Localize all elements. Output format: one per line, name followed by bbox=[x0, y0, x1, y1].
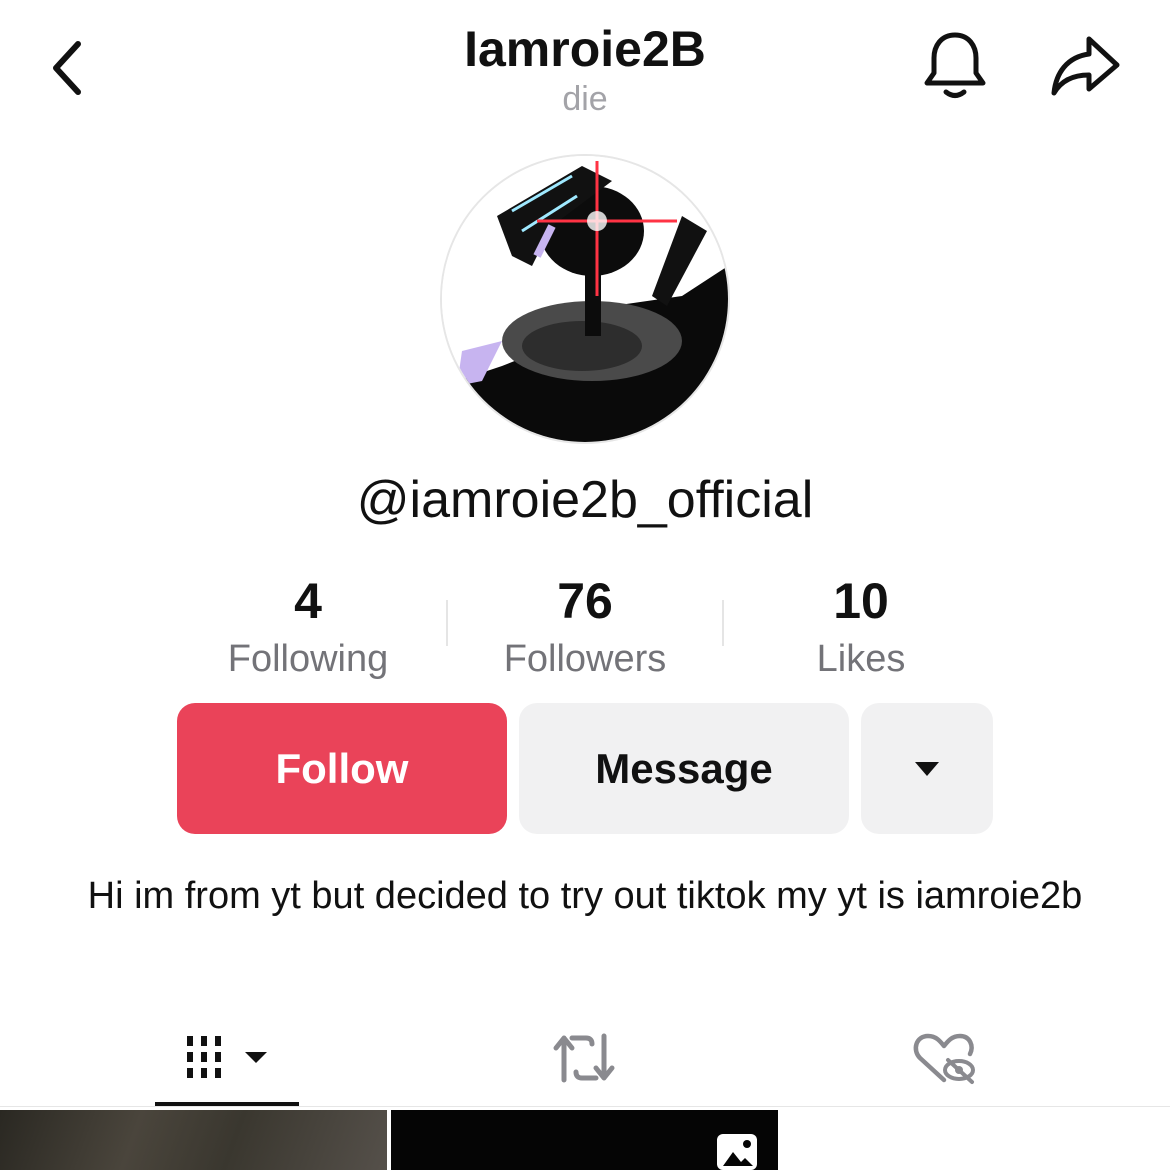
stat-likes-count: 10 bbox=[833, 573, 889, 629]
profile-handle: @iamroie2b_official bbox=[356, 471, 814, 529]
photo-post-icon bbox=[717, 1134, 757, 1170]
avatar[interactable] bbox=[440, 154, 730, 444]
more-options-button[interactable] bbox=[861, 703, 993, 834]
share-arrow-icon bbox=[1051, 36, 1120, 96]
stat-followers-label: Followers bbox=[503, 638, 667, 680]
notifications-button[interactable] bbox=[915, 25, 995, 105]
share-button[interactable] bbox=[1045, 25, 1125, 105]
message-button[interactable]: Message bbox=[519, 703, 849, 834]
bell-icon bbox=[924, 32, 986, 98]
stat-following-label: Following bbox=[227, 638, 389, 680]
stat-likes-label: Likes bbox=[816, 638, 906, 680]
stat-divider bbox=[722, 600, 724, 646]
stat-followers-count: 76 bbox=[557, 573, 613, 629]
tab-reposts[interactable] bbox=[512, 1010, 656, 1106]
stat-followers[interactable]: 76 Followers bbox=[465, 572, 705, 688]
tab-bar-divider bbox=[0, 1106, 1170, 1107]
avatar-artwork bbox=[442, 156, 728, 442]
video-thumbnail[interactable] bbox=[782, 1110, 1170, 1170]
tab-liked-private[interactable] bbox=[872, 1010, 1016, 1106]
follow-button[interactable]: Follow bbox=[177, 703, 507, 834]
tab-videos[interactable] bbox=[155, 1010, 299, 1106]
stat-likes: 10 Likes bbox=[741, 572, 981, 688]
stat-divider bbox=[446, 600, 448, 646]
video-thumbnail[interactable] bbox=[0, 1110, 387, 1170]
stat-following[interactable]: 4 Following bbox=[188, 572, 428, 688]
profile-bio: Hi im from yt but decided to try out tik… bbox=[87, 875, 1083, 917]
video-thumbnail[interactable] bbox=[391, 1110, 778, 1170]
caret-down-icon bbox=[915, 761, 939, 776]
stat-following-count: 4 bbox=[294, 573, 322, 629]
hidden-heart-icon bbox=[913, 1033, 975, 1084]
repost-icon bbox=[553, 1033, 615, 1083]
grid-icon bbox=[187, 1036, 267, 1078]
